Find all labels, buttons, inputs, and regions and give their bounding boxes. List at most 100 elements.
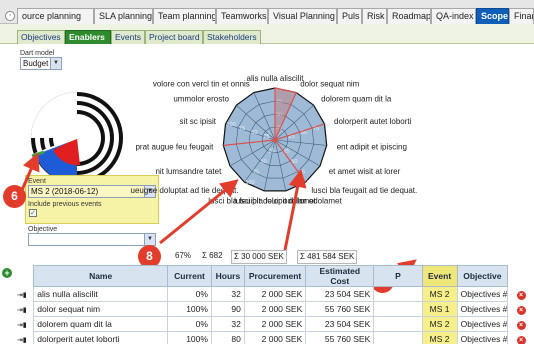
radar-ring-label: 50 — [251, 130, 257, 136]
header-procurement[interactable]: Procurement — [243, 265, 307, 287]
cell-estimated-cost[interactable]: 55 760 SEK — [305, 331, 375, 344]
tab-visual-planning[interactable]: Visual Planning — [268, 8, 337, 24]
include-previous-checkbox[interactable]: ✓ — [29, 209, 37, 217]
tab-puls[interactable]: Puls — [337, 8, 362, 24]
cell-p[interactable] — [373, 301, 423, 317]
cell-hours[interactable]: 32 — [210, 286, 245, 302]
cell-current[interactable]: 100% — [167, 301, 212, 317]
cell-procurement[interactable]: 2 000 SEK — [243, 316, 307, 332]
radar-ring-label: 100 — [245, 180, 254, 186]
radar-ring-label: 100 — [307, 180, 316, 186]
tab-teamworks[interactable]: Teamworks — [216, 8, 268, 24]
table-row[interactable]: ⇥▮ dolor sequat nim 100% 90 2 000 SEK 55 760 … — [14, 301, 534, 317]
summary-hours: Σ 682 — [202, 251, 223, 260]
delete-cell: × — [508, 302, 534, 317]
subtab-events[interactable]: Events — [111, 30, 145, 44]
tab-sla-planning[interactable]: SLA planning — [94, 8, 153, 24]
radar-axis-label: ummolor erosto — [173, 95, 229, 104]
radar-axis-label: lusci bla feugait ad tie dequat. — [311, 186, 417, 195]
cell-procurement[interactable]: 2 000 SEK — [243, 301, 307, 317]
header-hours[interactable]: Hours — [210, 265, 245, 287]
table-header-row: Name Current Hours Procurement Estimated… — [14, 265, 534, 287]
cell-hours[interactable]: 80 — [210, 331, 245, 344]
radar-center — [272, 137, 278, 143]
delete-cell: × — [508, 332, 534, 344]
dart-model-select[interactable]: Budget ▼ — [20, 57, 62, 70]
cell-name[interactable]: dolorem quam dit la — [33, 316, 169, 332]
chevron-down-icon: ▼ — [50, 58, 61, 69]
include-previous-label: Include previous events — [28, 201, 102, 208]
delete-icon[interactable]: × — [516, 305, 526, 315]
radar-axis-label: dolorperit autet loborti — [334, 117, 412, 126]
cell-objective[interactable]: Objectives #1 — [456, 301, 509, 317]
row-menu-icon[interactable]: ⇥▮ — [17, 321, 27, 330]
row-menu-cell: ⇥▮ — [14, 317, 34, 332]
cell-event[interactable]: MS 2 — [421, 286, 458, 302]
header-name[interactable]: Name — [33, 265, 169, 287]
circle-icon[interactable]: ◦ — [5, 11, 15, 21]
delete-icon[interactable]: × — [516, 320, 526, 330]
cell-estimated-cost[interactable]: 55 760 SEK — [305, 301, 375, 317]
radar-ring-label: 25 — [264, 134, 270, 140]
summary-percent: 67% — [175, 251, 192, 260]
cell-procurement[interactable]: 2 000 SEK — [243, 331, 307, 344]
radar-axis-label: sit sc ipisit — [180, 117, 217, 126]
cell-p[interactable] — [373, 286, 423, 302]
cell-hours[interactable]: 32 — [210, 316, 245, 332]
header-event[interactable]: Event — [421, 265, 458, 287]
row-menu-icon[interactable]: ⇥▮ — [17, 291, 27, 300]
cell-objective[interactable]: Objectives #2 — [456, 331, 509, 344]
header-current[interactable]: Current — [167, 265, 212, 287]
cell-event[interactable]: MS 2 — [421, 316, 458, 332]
table-row[interactable]: ⇥▮ dolorem quam dit la 0% 32 2 000 SEK 23 504… — [14, 316, 534, 332]
header-estimated-cost[interactable]: Estimated Cost — [305, 265, 375, 287]
summary-estimated: Σ 481 584 SEK — [297, 250, 358, 264]
header-p[interactable]: P — [373, 265, 423, 287]
subtab-enablers[interactable]: Enablers — [65, 30, 111, 44]
cell-current[interactable]: 0% — [167, 316, 212, 332]
tab-risk[interactable]: Risk — [362, 8, 387, 24]
subtab-objectives[interactable]: Objectives — [17, 30, 65, 44]
event-label: Event — [28, 178, 46, 185]
radar-axis-label: dolorem quam dit la — [321, 95, 392, 104]
row-menu-cell: ⇥▮ — [14, 287, 34, 302]
row-menu-icon[interactable]: ⇥▮ — [17, 306, 27, 315]
cell-event[interactable]: MS 2 — [421, 331, 458, 344]
cell-procurement[interactable]: 2 000 SEK — [243, 286, 307, 302]
cell-estimated-cost[interactable]: 23 504 SEK — [305, 286, 375, 302]
radar-axis-label: volore con vercl tin et onnis — [153, 79, 250, 88]
delete-icon[interactable]: × — [516, 290, 526, 300]
subtab-project-board[interactable]: Project board — [145, 30, 203, 44]
delete-cell: × — [508, 287, 534, 302]
tab-finance[interactable]: Finan — [509, 8, 534, 24]
tab-roadmap[interactable]: Roadmap — [387, 8, 431, 24]
cell-objective[interactable]: Objectives #7 — [456, 316, 509, 332]
radar-axis-label: nit lumsandre tatet — [155, 167, 222, 176]
row-menu-cell: ⇥▮ — [14, 332, 34, 344]
cell-name[interactable]: dolor sequat nim — [33, 301, 169, 317]
cell-current[interactable]: 0% — [167, 286, 212, 302]
cell-objective[interactable]: Objectives #3 — [456, 286, 509, 302]
callout-6: 6 — [3, 185, 26, 208]
delete-icon[interactable]: × — [516, 335, 526, 344]
subtab-stakeholders[interactable]: Stakeholders — [203, 30, 261, 44]
cell-hours[interactable]: 90 — [210, 301, 245, 317]
table-row[interactable]: ⇥▮ alis nulla aliscilit 0% 32 2 000 SEK 23 50… — [14, 286, 534, 302]
add-icon[interactable]: + — [2, 268, 12, 278]
cell-p[interactable] — [373, 331, 423, 344]
header-objective[interactable]: Objective — [456, 265, 509, 287]
tab-scope[interactable]: Scope — [476, 8, 509, 24]
cell-name[interactable]: alis nulla aliscilit — [33, 286, 169, 302]
table-row[interactable]: ⇥▮ dolorperit autet loborti 100% 80 2 000 SE… — [14, 331, 534, 344]
cell-name[interactable]: dolorperit autet loborti — [33, 331, 169, 344]
cell-p[interactable] — [373, 316, 423, 332]
cell-current[interactable]: 100% — [167, 331, 212, 344]
cell-estimated-cost[interactable]: 23 504 SEK — [305, 316, 375, 332]
row-menu-icon[interactable]: ⇥▮ — [17, 336, 27, 344]
radar-axis-label: dolor sequat nim — [300, 79, 359, 88]
tab-resource-planning[interactable]: ource planning — [17, 8, 94, 24]
cell-event[interactable]: MS 1 — [421, 301, 458, 317]
radar-ring-label: 75 — [253, 170, 259, 176]
tab-team-planning[interactable]: Team planning — [153, 8, 216, 24]
tab-qa-index[interactable]: QA-index — [431, 8, 476, 24]
